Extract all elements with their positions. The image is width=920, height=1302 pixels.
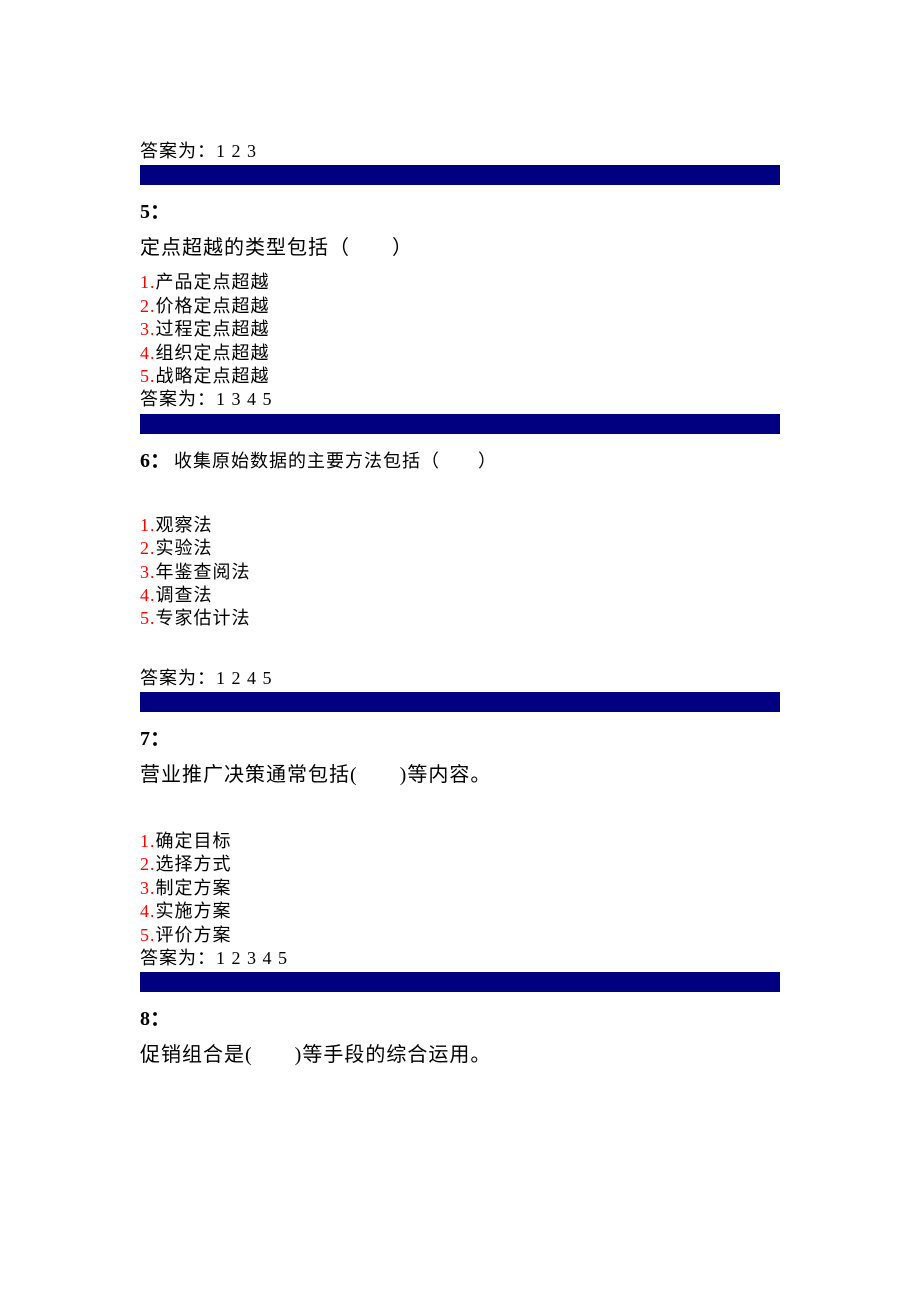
options-q6: 1.观察法 2.实验法 3.年鉴查阅法 4.调查法 5.专家估计法 [140,514,780,631]
question-text-5: 定点超越的类型包括（ ） [140,235,780,261]
option: 2.选择方式 [140,853,780,876]
question-line-6: 6：收集原始数据的主要方法包括（ ） [140,448,780,474]
option-text: 实施方案 [156,901,232,921]
option-number: 1. [140,515,156,535]
option: 3.年鉴查阅法 [140,561,780,584]
option-text: 实验法 [156,538,213,558]
option-text: 过程定点超越 [156,319,270,339]
option-number: 1. [140,831,156,851]
option-number: 1. [140,272,156,292]
option-text: 专家估计法 [156,608,251,628]
option-number: 3. [140,878,156,898]
option-text: 制定方案 [156,878,232,898]
answer-text-q5: 答案为：1 3 4 5 [140,388,780,411]
option-number: 4. [140,343,156,363]
options-q7: 1.确定目标 2.选择方式 3.制定方案 4.实施方案 5.评价方案 [140,830,780,947]
option: 2.实验法 [140,537,780,560]
option-number: 2. [140,854,156,874]
option: 3.过程定点超越 [140,318,780,341]
option: 5.专家估计法 [140,607,780,630]
option-text: 调查法 [156,585,213,605]
option-text: 产品定点超越 [156,272,270,292]
option-text: 观察法 [156,515,213,535]
divider-bar [140,165,780,185]
option-number: 2. [140,296,156,316]
option: 4.调查法 [140,584,780,607]
question-text-8: 促销组合是( )等手段的综合运用。 [140,1042,780,1068]
option: 4.组织定点超越 [140,342,780,365]
option: 3.制定方案 [140,877,780,900]
option-text: 价格定点超越 [156,296,270,316]
option-text: 组织定点超越 [156,343,270,363]
option-text: 战略定点超越 [156,366,270,386]
question-number-7: 7： [140,726,780,752]
option: 5.战略定点超越 [140,365,780,388]
answer-text-q7: 答案为：1 2 3 4 5 [140,947,780,970]
options-q5: 1.产品定点超越 2.价格定点超越 3.过程定点超越 4.组织定点超越 5.战略… [140,271,780,388]
option: 1.产品定点超越 [140,271,780,294]
question-text-7: 营业推广决策通常包括( )等内容。 [140,762,780,788]
option-text: 选择方式 [156,854,232,874]
option-number: 4. [140,585,156,605]
question-number-8: 8： [140,1006,780,1032]
option-number: 3. [140,319,156,339]
option-number: 5. [140,608,156,628]
answer-text-q4: 答案为：1 2 3 [140,140,780,163]
option: 2.价格定点超越 [140,295,780,318]
option-number: 3. [140,562,156,582]
option-text: 评价方案 [156,925,232,945]
question-text-6: 收集原始数据的主要方法包括（ ） [174,451,497,471]
divider-bar [140,692,780,712]
option: 5.评价方案 [140,924,780,947]
option: 4.实施方案 [140,900,780,923]
option-number: 5. [140,366,156,386]
option-text: 年鉴查阅法 [156,562,251,582]
answer-text-q6: 答案为：1 2 4 5 [140,667,780,690]
option-number: 4. [140,901,156,921]
question-number-5: 5： [140,199,780,225]
option-text: 确定目标 [156,831,232,851]
option: 1.确定目标 [140,830,780,853]
divider-bar [140,414,780,434]
option-number: 5. [140,925,156,945]
question-number-6: 6： [140,450,170,472]
divider-bar [140,972,780,992]
option: 1.观察法 [140,514,780,537]
option-number: 2. [140,538,156,558]
